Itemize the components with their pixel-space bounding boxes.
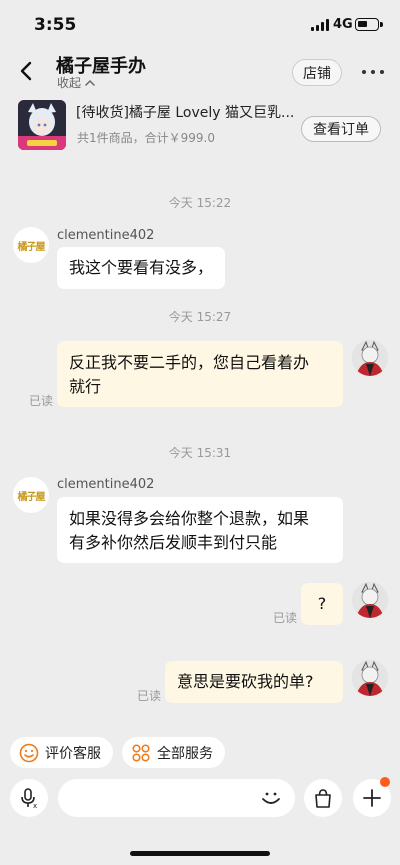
notification-dot [380, 777, 390, 787]
plus-icon [363, 789, 381, 807]
more-options-icon[interactable] [362, 70, 386, 76]
user-avatar[interactable] [352, 340, 388, 376]
signal-icon [311, 19, 329, 31]
microphone-icon: x [21, 788, 37, 809]
emoji-icon[interactable] [258, 785, 284, 811]
collapse-label: 收起 [57, 76, 82, 90]
time-divider: 今天 15:22 [168, 196, 232, 210]
outgoing-message[interactable]: ? [301, 583, 343, 625]
sender-name: clementine402 [57, 477, 155, 492]
shop-avatar-text: 橘子屋 [17, 241, 46, 253]
network-type: 4G [333, 17, 353, 32]
shopping-bag-icon [315, 789, 331, 808]
outgoing-message[interactable]: 反正我不要二手的，您自己看着办 就行 [57, 341, 343, 407]
shop-avatar-text: 橘子屋 [17, 491, 46, 503]
user-avatar[interactable] [352, 582, 388, 618]
message-text-line: 如果没得多会给你整个退款，如果 [69, 509, 310, 528]
incoming-message[interactable]: 我这个要看有没多， [57, 247, 226, 289]
sender-name: clementine402 [57, 228, 155, 243]
rate-service-button[interactable]: 评价客服 [10, 737, 113, 768]
all-services-button[interactable]: 全部服务 [122, 737, 225, 768]
battery-icon [355, 18, 383, 31]
user-avatar[interactable] [352, 660, 388, 696]
grid-icon [132, 743, 150, 762]
incoming-message[interactable]: 如果没得多会给你整个退款，如果 有多补你然后发顺丰到付只能 [57, 497, 343, 563]
read-status: 已读 [273, 611, 298, 625]
read-status: 已读 [29, 394, 54, 408]
status-time: 3:55 [34, 15, 77, 35]
order-product-title: [待收货]橘子屋 Lovely 猫又巨乳... [76, 105, 295, 121]
store-button[interactable]: 店铺 [292, 59, 342, 86]
outgoing-message[interactable]: 意思是要砍我的单? [165, 661, 343, 703]
time-divider: 今天 15:27 [168, 310, 232, 324]
message-text: 意思是要砍我的单? [177, 672, 314, 691]
chevron-up-icon [85, 79, 95, 86]
back-arrow-icon[interactable] [16, 60, 38, 82]
shopping-bag-button[interactable] [304, 779, 342, 817]
view-order-button[interactable]: 查看订单 [301, 116, 381, 142]
order-summary: 共1件商品，合计￥999.0 [77, 131, 215, 145]
smile-icon [19, 743, 39, 762]
message-text: 我这个要看有没多， [69, 258, 214, 277]
shop-avatar[interactable]: 橘子屋 [13, 477, 49, 513]
read-status: 已读 [137, 689, 162, 703]
quick-action-label: 全部服务 [157, 745, 213, 762]
shop-avatar[interactable]: 橘子屋 [13, 227, 49, 263]
message-text: ? [317, 594, 327, 613]
product-thumbnail [18, 100, 66, 150]
collapse-toggle[interactable]: 收起 [57, 74, 95, 91]
status-bar: 3:55 4G [0, 0, 400, 48]
time-divider: 今天 15:31 [168, 446, 232, 460]
svg-text:x: x [33, 802, 37, 809]
quick-action-label: 评价客服 [45, 745, 101, 762]
message-text-line: 反正我不要二手的，您自己看着办 [69, 353, 310, 372]
message-text-line: 有多补你然后发顺丰到付只能 [69, 533, 278, 552]
home-indicator [130, 851, 270, 856]
message-text-line: 就行 [69, 377, 102, 396]
voice-input-button[interactable]: x [10, 779, 48, 817]
